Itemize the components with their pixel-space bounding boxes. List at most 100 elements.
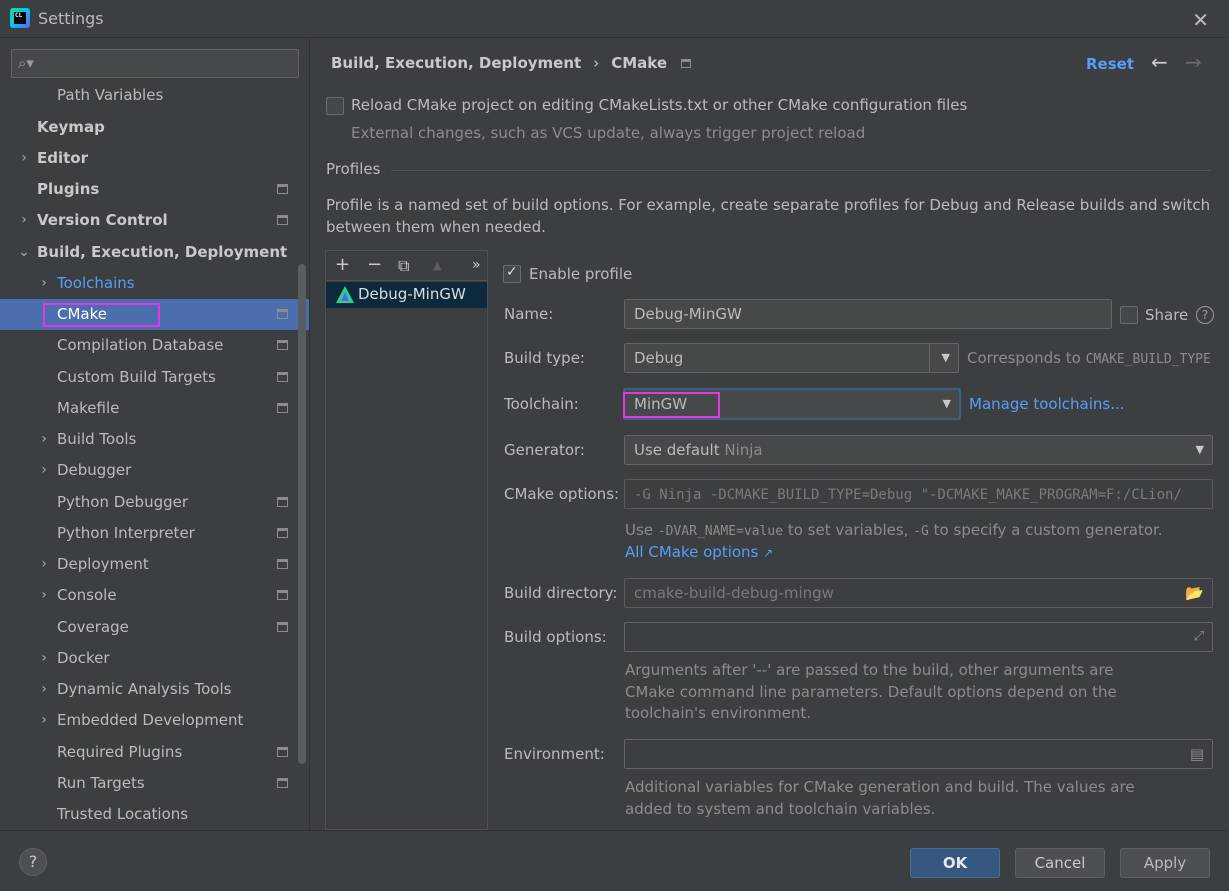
highlight-box-cmake xyxy=(43,303,160,327)
chevron-right-icon[interactable]: › xyxy=(37,674,51,705)
move-up-button[interactable]: ▲ xyxy=(433,259,441,272)
profiles-toolbar: + − ⧉ ▲ » xyxy=(326,251,487,281)
folder-icon[interactable]: 📂 xyxy=(1185,579,1204,607)
sidebar-item-makefile[interactable]: Makefile xyxy=(0,393,309,424)
cancel-button[interactable]: Cancel xyxy=(1015,848,1105,878)
sidebar-item-label: Console xyxy=(57,586,117,604)
search-input[interactable]: ⌕▾ xyxy=(11,49,299,78)
build-directory-value: cmake-build-debug-mingw xyxy=(634,584,834,602)
sidebar-item-label: Python Debugger xyxy=(57,493,189,511)
help-icon[interactable]: ? xyxy=(1196,306,1214,324)
cmake-options-input[interactable]: -G Ninja -DCMAKE_BUILD_TYPE=Debug "-DCMA… xyxy=(624,479,1213,509)
profiles-section-title: Profiles xyxy=(326,160,381,178)
chevron-right-icon[interactable]: › xyxy=(37,580,51,611)
enable-profile-checkbox[interactable] xyxy=(503,264,521,283)
share-checkbox[interactable] xyxy=(1120,306,1138,324)
hint-text: to specify a custom generator. xyxy=(933,521,1163,539)
sidebar-item-deployment[interactable]: › Deployment xyxy=(0,549,309,580)
section-divider xyxy=(391,170,1211,171)
remove-profile-button[interactable]: − xyxy=(367,254,382,275)
sidebar-item-build-execution-deployment[interactable]: ⌄ Build, Execution, Deployment xyxy=(0,237,309,268)
sidebar-item-version-control[interactable]: › Version Control xyxy=(0,205,309,236)
sidebar-item-label: Embedded Development xyxy=(57,711,244,729)
sidebar-item-label: Coverage xyxy=(57,618,129,636)
sidebar-item-debugger[interactable]: › Debugger xyxy=(0,455,309,486)
environment-input[interactable]: ▤ xyxy=(624,739,1213,769)
ok-button[interactable]: OK xyxy=(910,848,1000,878)
sidebar-item-docker[interactable]: › Docker xyxy=(0,643,309,674)
reload-cmake-checkbox[interactable] xyxy=(326,97,344,115)
sidebar-item-custom-build-targets[interactable]: Custom Build Targets xyxy=(0,362,309,393)
chevron-down-icon[interactable]: ⌄ xyxy=(17,237,31,268)
sidebar-item-console[interactable]: › Console xyxy=(0,580,309,611)
build-options-input[interactable]: ⤢ xyxy=(624,622,1213,652)
chevron-down-icon[interactable]: ▼ xyxy=(942,344,950,372)
chevron-right-icon[interactable]: › xyxy=(37,424,51,455)
build-directory-input[interactable]: cmake-build-debug-mingw 📂 xyxy=(624,578,1213,608)
sidebar-item-embedded-development[interactable]: › Embedded Development xyxy=(0,705,309,736)
chevron-right-icon[interactable]: › xyxy=(37,268,51,299)
sidebar-item-trusted-locations[interactable]: Trusted Locations xyxy=(0,799,309,830)
chevron-right-icon[interactable]: › xyxy=(37,549,51,580)
profile-list-item[interactable]: Debug-MinGW xyxy=(326,282,487,308)
all-cmake-options-link[interactable]: All CMake options ↗ xyxy=(625,543,773,561)
chevron-right-icon[interactable]: › xyxy=(17,205,31,236)
project-level-icon xyxy=(277,747,288,757)
generator-select[interactable]: Use default Ninja ▼ xyxy=(624,435,1213,465)
build-type-select[interactable]: Debug ▼ xyxy=(624,343,959,373)
sidebar-item-python-interpreter[interactable]: Python Interpreter xyxy=(0,518,309,549)
document-icon[interactable]: ▤ xyxy=(1190,740,1204,768)
sidebar-item-toolchains[interactable]: › Toolchains xyxy=(0,268,309,299)
close-icon[interactable]: ✕ xyxy=(1192,8,1209,32)
project-level-icon xyxy=(277,497,288,507)
breadcrumb-current: CMake xyxy=(611,54,667,72)
cmake-options-hint: Use -DVAR_NAME=value to set variables, -… xyxy=(625,521,1163,539)
chevron-down-icon[interactable]: ▼ xyxy=(943,390,951,418)
sidebar-item-path-variables[interactable]: Path Variables xyxy=(0,80,309,111)
sidebar-item-run-targets[interactable]: Run Targets xyxy=(0,768,309,799)
more-actions-button[interactable]: » xyxy=(472,257,481,273)
link-text: All CMake options xyxy=(625,543,759,561)
sidebar-item-editor[interactable]: › Editor xyxy=(0,143,309,174)
sidebar-item-dynamic-analysis-tools[interactable]: › Dynamic Analysis Tools xyxy=(0,674,309,705)
expand-icon[interactable]: ⤢ xyxy=(1194,623,1204,651)
chevron-right-icon[interactable]: › xyxy=(17,143,31,174)
back-arrow-icon[interactable]: ← xyxy=(1151,50,1168,74)
copy-profile-button[interactable]: ⧉ xyxy=(398,256,409,276)
chevron-right-icon[interactable]: › xyxy=(37,455,51,486)
project-level-icon xyxy=(277,778,288,788)
sidebar-item-python-debugger[interactable]: Python Debugger xyxy=(0,487,309,518)
sidebar-item-label: Deployment xyxy=(57,555,149,573)
sidebar-item-build-tools[interactable]: › Build Tools xyxy=(0,424,309,455)
sidebar-item-label: Custom Build Targets xyxy=(57,368,216,386)
breadcrumb-parent[interactable]: Build, Execution, Deployment xyxy=(331,54,581,72)
sidebar-scrollbar[interactable] xyxy=(298,264,306,764)
share-label: Share xyxy=(1145,306,1189,324)
highlight-box-toolchain xyxy=(623,392,720,418)
manage-toolchains-link[interactable]: Manage toolchains... xyxy=(969,395,1125,413)
sidebar-item-coverage[interactable]: Coverage xyxy=(0,612,309,643)
apply-button[interactable]: Apply xyxy=(1120,848,1210,878)
profiles-description-line2: between them when needed. xyxy=(326,218,546,236)
chevron-right-icon[interactable]: › xyxy=(37,643,51,674)
name-input[interactable]: Debug-MinGW xyxy=(624,299,1112,329)
forward-arrow-icon[interactable]: → xyxy=(1185,50,1202,74)
sidebar-item-required-plugins[interactable]: Required Plugins xyxy=(0,737,309,768)
build-type-var: CMAKE_BUILD_TYPE xyxy=(1085,352,1211,367)
sidebar-item-label: Keymap xyxy=(37,118,105,136)
environment-hint-1: Additional variables for CMake generatio… xyxy=(625,778,1135,796)
chevron-down-icon[interactable]: ▼ xyxy=(1196,436,1204,464)
chevron-right-icon[interactable]: › xyxy=(37,705,51,736)
sidebar-item-plugins[interactable]: Plugins xyxy=(0,174,309,205)
sidebar-item-label: Compilation Database xyxy=(57,336,224,354)
project-level-icon xyxy=(277,215,288,225)
project-level-icon xyxy=(277,309,288,319)
sidebar-item-compilation-database[interactable]: Compilation Database xyxy=(0,330,309,361)
add-profile-button[interactable]: + xyxy=(335,254,350,275)
project-level-icon xyxy=(681,59,691,68)
build-options-label: Build options: xyxy=(504,628,607,646)
reset-link[interactable]: Reset xyxy=(1086,55,1134,73)
sidebar-item-label: Debugger xyxy=(57,461,132,479)
help-button[interactable]: ? xyxy=(19,848,47,876)
sidebar-item-keymap[interactable]: Keymap xyxy=(0,112,309,143)
